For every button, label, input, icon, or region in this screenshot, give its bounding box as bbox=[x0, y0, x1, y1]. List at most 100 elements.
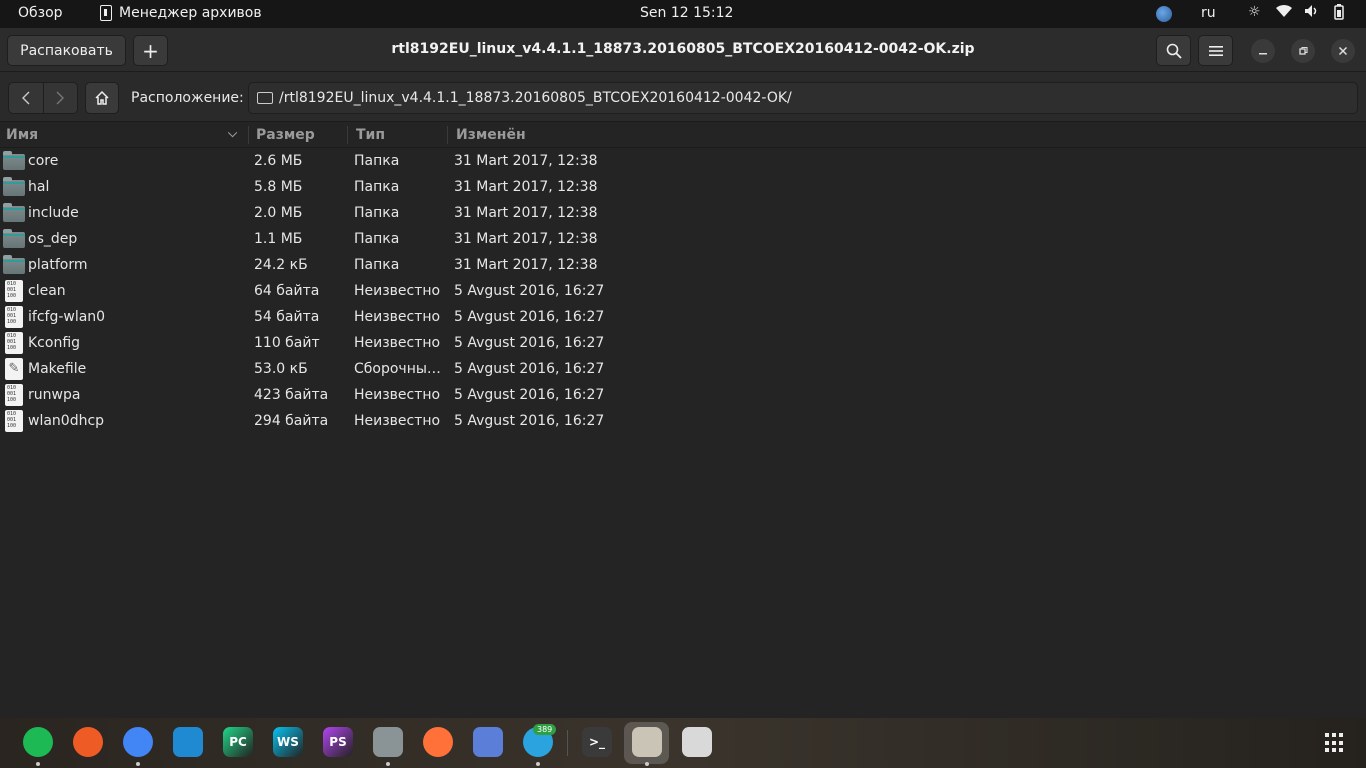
minimize-icon bbox=[1259, 53, 1267, 55]
maximize-button[interactable] bbox=[1291, 39, 1315, 63]
table-row[interactable]: include 2.0 МБ Папка 31 Mart 2017, 12:38 bbox=[0, 200, 1366, 226]
phpstorm-icon[interactable]: PS bbox=[323, 727, 353, 757]
volume-icon[interactable] bbox=[1304, 4, 1320, 22]
app-name: Менеджер архивов bbox=[119, 5, 262, 21]
column-modified-header[interactable]: Изменён bbox=[456, 127, 526, 143]
file-name: ifcfg-wlan0 bbox=[28, 309, 106, 325]
file-size: 54 байта bbox=[254, 309, 320, 325]
pycharm-icon[interactable]: PC bbox=[223, 727, 253, 757]
wifi-icon[interactable] bbox=[1276, 4, 1292, 22]
overview-button[interactable]: Обзор bbox=[18, 5, 63, 21]
file-type: Неизвестно bbox=[354, 335, 441, 351]
column-type-header[interactable]: Тип bbox=[356, 127, 385, 143]
minimize-button[interactable] bbox=[1251, 39, 1275, 63]
file-name: runwpa bbox=[28, 387, 81, 403]
folder-icon bbox=[3, 177, 25, 196]
file-modified: 31 Mart 2017, 12:38 bbox=[454, 231, 598, 247]
folder-icon bbox=[3, 255, 25, 274]
column-separator bbox=[248, 126, 249, 144]
close-icon bbox=[1338, 46, 1348, 56]
makefile-icon: ✎ bbox=[5, 358, 23, 380]
table-row[interactable]: platform 24.2 кБ Папка 31 Mart 2017, 12:38 bbox=[0, 252, 1366, 278]
file-name: core bbox=[28, 153, 59, 169]
running-indicator bbox=[536, 762, 540, 766]
brightness-icon[interactable]: ☼ bbox=[1248, 4, 1261, 20]
sort-chevron-down-icon[interactable]: ⌵ bbox=[228, 126, 237, 141]
table-row[interactable]: ✎ Makefile 53.0 кБ Сборочный файл 5 Avgust 2… bbox=[0, 356, 1366, 382]
table-row[interactable]: 010 001 100 clean 64 байта Неизвестно 5 Avgust… bbox=[0, 278, 1366, 304]
table-row[interactable]: hal 5.8 МБ Папка 31 Mart 2017, 12:38 bbox=[0, 174, 1366, 200]
close-button[interactable] bbox=[1331, 39, 1355, 63]
back-button[interactable] bbox=[9, 83, 43, 113]
header-bar: Распаковать + rtl8192EU_linux_v4.4.1.1_1… bbox=[0, 28, 1366, 72]
table-row[interactable]: 010 001 100 Kconfig 110 байт Неизвестно 5 Avgu… bbox=[0, 330, 1366, 356]
table-row[interactable]: 010 001 100 wlan0dhcp 294 байта Неизвестно 5 A… bbox=[0, 408, 1366, 434]
spotify-icon[interactable] bbox=[23, 727, 53, 757]
search-button[interactable] bbox=[1156, 35, 1191, 66]
file-size: 2.6 МБ bbox=[254, 153, 303, 169]
home-icon bbox=[95, 90, 109, 105]
home-button[interactable] bbox=[85, 82, 119, 114]
table-row[interactable]: core 2.6 МБ Папка 31 Mart 2017, 12:38 bbox=[0, 148, 1366, 174]
column-name-header[interactable]: Имя bbox=[6, 127, 38, 143]
file-type: Папка bbox=[354, 231, 400, 247]
file-type: Папка bbox=[354, 205, 400, 221]
binary-file-icon: 010 001 100 bbox=[5, 332, 23, 354]
restore-icon bbox=[1299, 46, 1308, 55]
file-name: Makefile bbox=[28, 361, 87, 377]
file-modified: 5 Avgust 2016, 16:27 bbox=[454, 309, 605, 325]
webstorm-icon[interactable]: WS bbox=[273, 727, 303, 757]
keyboard-layout[interactable]: ru bbox=[1201, 5, 1216, 21]
column-separator bbox=[447, 126, 448, 144]
main-menu-button[interactable] bbox=[1198, 35, 1233, 66]
location-path: /rtl8192EU_linux_v4.4.1.1_18873.20160805… bbox=[279, 90, 792, 106]
dock-divider bbox=[567, 730, 568, 756]
tasks-icon[interactable] bbox=[473, 727, 503, 757]
file-size: 53.0 кБ bbox=[254, 361, 308, 377]
file-name: Kconfig bbox=[28, 335, 81, 351]
table-row[interactable]: os_dep 1.1 МБ Папка 31 Mart 2017, 12:38 bbox=[0, 226, 1366, 252]
file-size: 24.2 кБ bbox=[254, 257, 308, 273]
location-field[interactable]: /rtl8192EU_linux_v4.4.1.1_18873.20160805… bbox=[248, 82, 1358, 114]
clock[interactable]: Sen 12 15:12 bbox=[640, 5, 733, 21]
chrome-icon[interactable] bbox=[123, 727, 153, 757]
column-size-header[interactable]: Размер bbox=[256, 127, 315, 143]
file-modified: 31 Mart 2017, 12:38 bbox=[454, 179, 598, 195]
file-modified: 5 Avgust 2016, 16:27 bbox=[454, 413, 605, 429]
archive-manager-icon[interactable] bbox=[632, 727, 662, 757]
file-type: Неизвестно bbox=[354, 283, 441, 299]
location-bar: Расположение: /rtl8192EU_linux_v4.4.1.1_… bbox=[0, 72, 1366, 122]
firefox-icon[interactable] bbox=[423, 727, 453, 757]
status-indicator-icon[interactable] bbox=[1156, 6, 1172, 22]
folder-icon bbox=[3, 229, 25, 248]
hamburger-icon bbox=[1208, 45, 1223, 56]
file-name: os_dep bbox=[28, 231, 78, 247]
file-name: wlan0dhcp bbox=[28, 413, 105, 429]
files-icon[interactable] bbox=[373, 727, 403, 757]
running-indicator bbox=[136, 762, 140, 766]
trash-icon[interactable] bbox=[682, 727, 712, 757]
archive-manager-window: Распаковать + rtl8192EU_linux_v4.4.1.1_1… bbox=[0, 28, 1366, 718]
file-modified: 5 Avgust 2016, 16:27 bbox=[454, 335, 605, 351]
file-size: 110 байт bbox=[254, 335, 320, 351]
file-list: core 2.6 МБ Папка 31 Mart 2017, 12:38 hal 5.8… bbox=[0, 148, 1366, 434]
file-modified: 5 Avgust 2016, 16:27 bbox=[454, 283, 605, 299]
vscode-icon[interactable] bbox=[173, 727, 203, 757]
table-row[interactable]: 010 001 100 ifcfg-wlan0 54 байта Неизвестно 5 … bbox=[0, 304, 1366, 330]
telegram-unread-badge: 389 bbox=[533, 724, 557, 735]
running-indicator bbox=[645, 762, 649, 766]
file-size: 294 байта bbox=[254, 413, 329, 429]
folder-icon bbox=[257, 92, 273, 104]
file-type: Неизвестно bbox=[354, 309, 441, 325]
running-indicator bbox=[386, 762, 390, 766]
column-separator bbox=[347, 126, 348, 144]
battery-icon[interactable] bbox=[1334, 4, 1344, 24]
show-apps-icon[interactable] bbox=[1325, 733, 1345, 753]
terminal-icon[interactable]: >_ bbox=[582, 727, 612, 757]
table-row[interactable]: 010 001 100 runwpa 423 байта Неизвестно 5 Avgu… bbox=[0, 382, 1366, 408]
app-menu[interactable]: Менеджер архивов bbox=[100, 5, 262, 21]
postman-icon[interactable] bbox=[73, 727, 103, 757]
archive-app-icon bbox=[100, 5, 112, 21]
binary-file-icon: 010 001 100 bbox=[5, 306, 23, 328]
forward-button[interactable] bbox=[42, 83, 78, 113]
